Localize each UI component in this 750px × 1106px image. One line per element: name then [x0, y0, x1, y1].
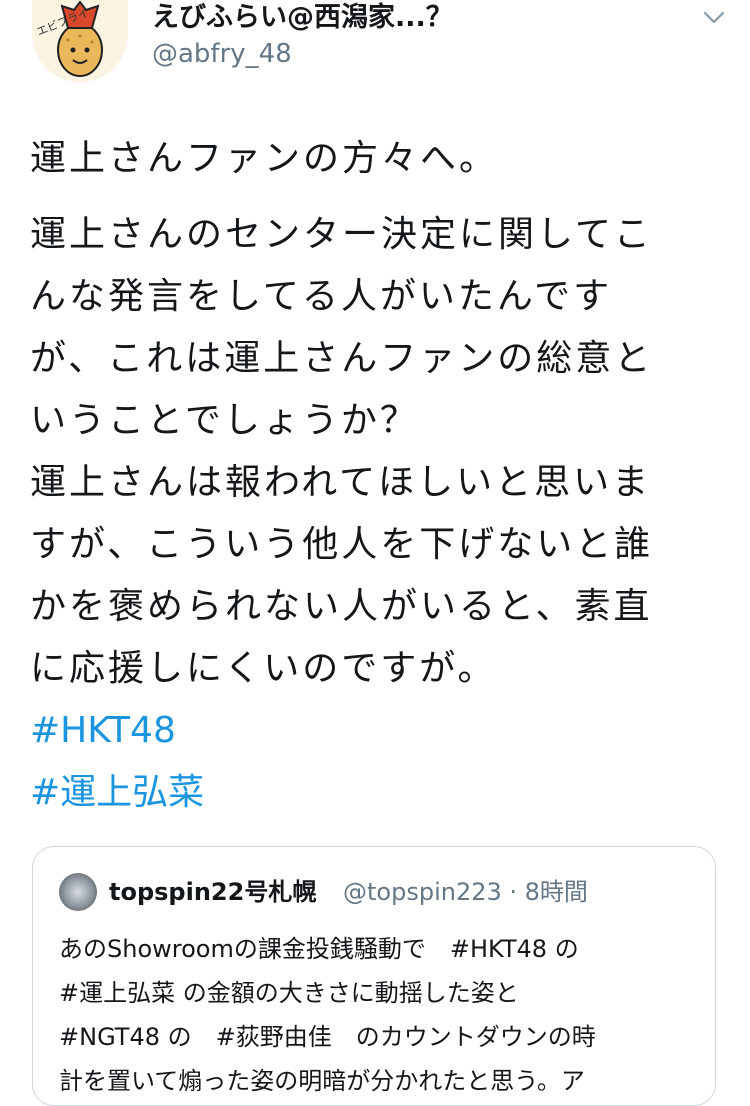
tweet-line: が、これは運上さんファンの総意と — [30, 338, 654, 379]
tweet-text: 運上さんファンの方々へ。 運上さんのセンター決定に関してこ んな発言をしてる人が… — [30, 128, 730, 824]
tweet-line: かを褒められない人がいると、素直 — [30, 586, 653, 627]
tweet-line: すが、こういう他人を下げないと誰 — [30, 524, 654, 565]
tweet-line: んな発言をしてる人がいたんです — [30, 276, 613, 317]
quoted-line: あのShowroomの課金投銭騒動で #HKT48 の — [59, 935, 579, 963]
hashtag-link[interactable]: #運上弘菜 — [30, 762, 730, 824]
quoted-line: 計を置いて煽った姿の明暗が分かれたと思う。ア — [59, 1067, 585, 1095]
tweet-paragraph: 運上さんファンの方々へ。 — [30, 138, 499, 179]
tweet-line: 運上さんは報われてほしいと思いま — [30, 462, 652, 503]
author-display-name[interactable]: えびふらい@西潟家...？ — [152, 2, 453, 34]
quoted-line: #NGT48 の #荻野由佳 のカウントダウンの時 — [59, 1023, 596, 1051]
tweet-line: 運上さんのセンター決定に関してこ — [30, 214, 653, 255]
tweet-header: エビフライ えびふらい@西潟家...？ @abfry_48 — [30, 0, 730, 90]
author-avatar[interactable]: エビフライ — [32, 0, 128, 82]
hashtag-link[interactable]: #HKT48 — [30, 700, 730, 762]
tweet-line: いうことでしょうか？ — [30, 400, 419, 441]
author-handle[interactable]: @abfry_48 — [152, 38, 292, 70]
fried-shrimp-icon: エビフライ — [35, 0, 103, 77]
chevron-down-icon[interactable] — [702, 6, 726, 30]
quoted-author-name: topspin22号札幌 — [109, 878, 317, 906]
quoted-line: #運上弘菜 の金額の大きさに動揺した姿と — [59, 979, 519, 1007]
quoted-tweet-text: あのShowroomの課金投銭騒動で #HKT48 の #運上弘菜 の金額の大き… — [59, 927, 699, 1103]
quoted-tweet-card[interactable]: topspin22号札幌 @topspin223 · 8時間 あのShowroo… — [32, 846, 716, 1106]
quoted-author-avatar — [59, 873, 97, 911]
quoted-handle-time: @topspin223 · 8時間 — [343, 878, 588, 906]
tweet-line: に応援しにくいのですが。 — [30, 648, 497, 689]
